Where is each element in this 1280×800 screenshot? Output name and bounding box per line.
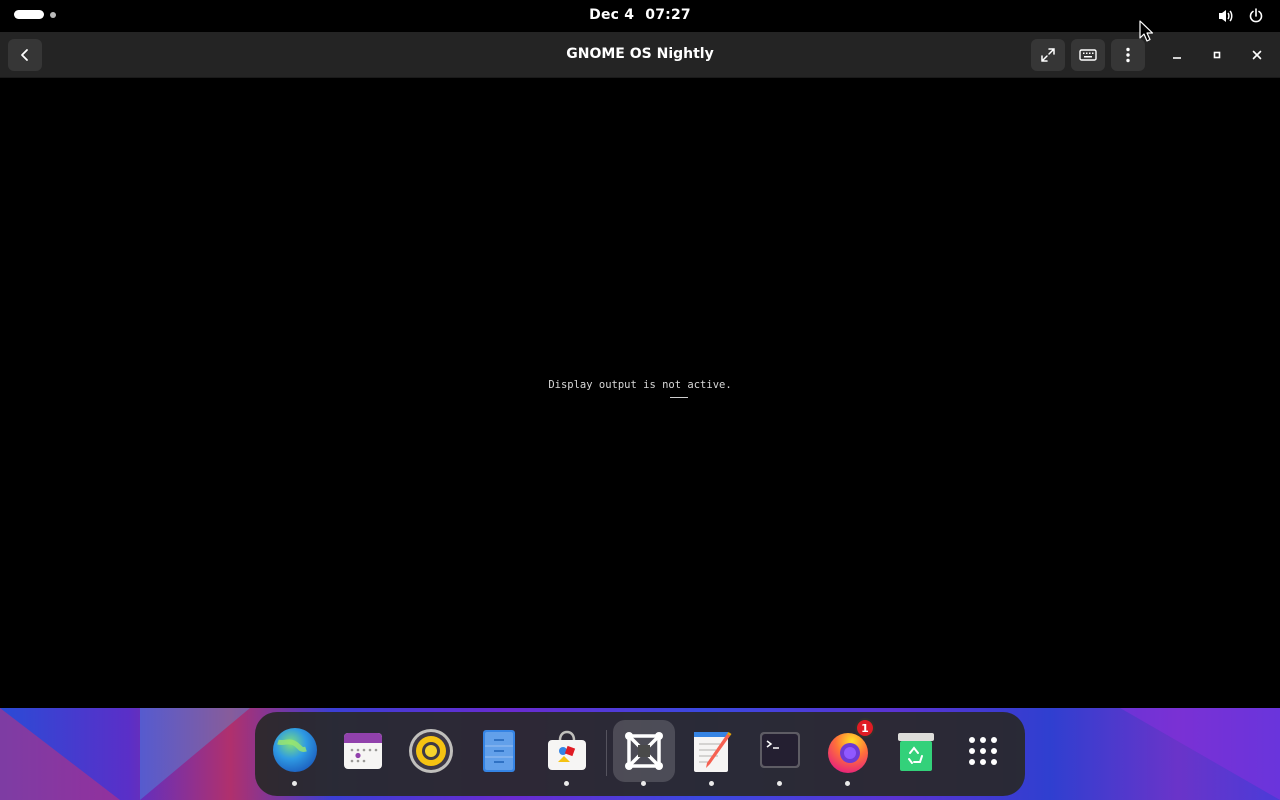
vm-display[interactable]: Display output is not active.: [0, 79, 1280, 708]
mouse-pointer-icon: [1139, 20, 1154, 46]
running-indicator: [777, 781, 782, 786]
keyboard-icon: [1079, 49, 1097, 61]
clock-time: 07:27: [645, 7, 691, 23]
dash-dock: 1: [255, 712, 1025, 796]
dock-app-text-editor[interactable]: [681, 720, 743, 786]
window-headerbar: GNOME OS Nightly: [0, 32, 1280, 78]
web-browser-icon: [273, 728, 317, 772]
dock-app-software[interactable]: [536, 720, 598, 786]
show-apps-button[interactable]: [952, 720, 1014, 782]
wallpaper-shape: [0, 708, 120, 800]
clock-date: Dec 4: [589, 7, 635, 23]
software-icon: [548, 730, 586, 770]
dock-app-files[interactable]: [468, 720, 530, 782]
dock-app-boxes[interactable]: [613, 720, 675, 786]
running-indicator: [564, 781, 569, 786]
fullscreen-icon: [1041, 48, 1055, 62]
minimize-icon: [1173, 57, 1181, 59]
top-panel: Dec 4 07:27: [0, 0, 1280, 32]
fullscreen-button[interactable]: [1031, 39, 1065, 71]
power-icon[interactable]: [1246, 6, 1266, 26]
running-indicator: [641, 781, 646, 786]
calendar-icon: [344, 733, 382, 769]
text-editor-icon: [694, 732, 732, 772]
files-icon: [483, 730, 515, 772]
maximize-button[interactable]: [1205, 43, 1229, 67]
app-grid-icon: [969, 737, 997, 765]
running-indicator: [292, 781, 297, 786]
dock-separator: [606, 730, 607, 776]
clock[interactable]: Dec 4 07:27: [0, 7, 1280, 23]
system-tray[interactable]: [1216, 6, 1266, 26]
close-button[interactable]: [1245, 43, 1269, 67]
running-indicator: [709, 781, 714, 786]
dock-app-terminal[interactable]: [749, 720, 811, 786]
running-indicator: [845, 781, 850, 786]
minimize-button[interactable]: [1165, 43, 1189, 67]
dock-app-web-browser[interactable]: [264, 720, 326, 786]
dock-app-trash[interactable]: [885, 720, 947, 782]
dock-app-calendar[interactable]: [332, 720, 394, 782]
rhythmbox-icon: [409, 729, 453, 773]
maximize-icon: [1213, 51, 1221, 59]
keyboard-button[interactable]: [1071, 39, 1105, 71]
dock-app-firefox[interactable]: 1: [817, 718, 879, 786]
display-status-message: Display output is not active.: [548, 379, 732, 391]
terminal-icon: [760, 732, 800, 768]
volume-icon[interactable]: [1216, 6, 1236, 26]
kebab-menu-icon: [1126, 47, 1130, 63]
notification-badge: 1: [855, 718, 875, 738]
wallpaper-shape: [140, 708, 250, 800]
wallpaper-shape: [1120, 708, 1280, 800]
trash-icon: [898, 733, 934, 771]
close-icon: [1252, 50, 1262, 60]
dock-app-rhythmbox[interactable]: [400, 720, 462, 782]
text-cursor: [670, 397, 688, 398]
boxes-icon: [625, 732, 663, 770]
